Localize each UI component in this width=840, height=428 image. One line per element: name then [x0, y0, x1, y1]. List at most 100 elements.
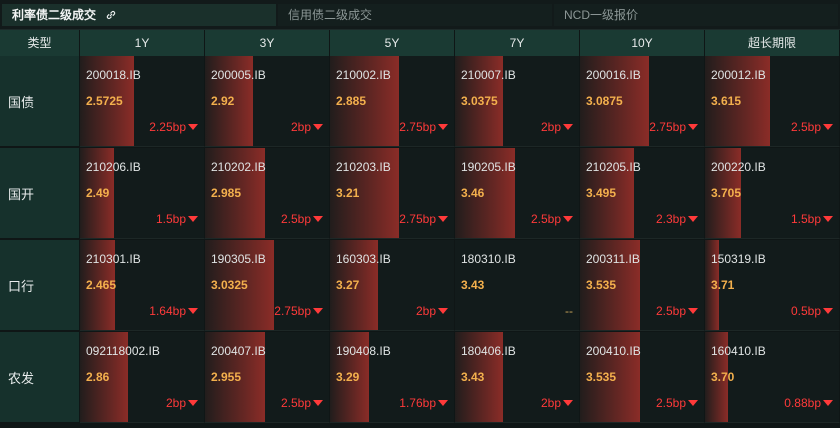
yield-change-value: 2.5bp — [280, 212, 311, 226]
row-type-label: 国开 — [0, 148, 80, 239]
bond-quote-cell[interactable]: 200016.IB 3.0875 2.75bp — [580, 56, 705, 147]
yield-change-value: 1.5bp — [155, 212, 186, 226]
tab-label: NCD一级报价 — [564, 8, 638, 22]
yield-change-value: 2.5bp — [530, 212, 561, 226]
bond-quote-cell[interactable]: 210002.IB 2.885 2.75bp — [330, 56, 455, 147]
tab-ncd-primary-quote[interactable]: NCD一级报价 — [554, 4, 838, 26]
bond-code[interactable]: 200407.IB — [211, 344, 266, 358]
bond-yield: 3.535 — [586, 370, 617, 384]
bond-code[interactable]: 200016.IB — [586, 68, 641, 82]
bond-yield: 2.49 — [86, 186, 110, 200]
yield-change: 0.5bp — [791, 304, 833, 318]
yield-change: 2bp — [291, 120, 323, 134]
yield-change-value: 2.75bp — [274, 304, 311, 318]
bond-code[interactable]: 210301.IB — [86, 252, 141, 266]
down-arrow-icon — [438, 308, 448, 314]
bond-code[interactable]: 210002.IB — [336, 68, 391, 82]
bond-code[interactable]: 200018.IB — [86, 68, 141, 82]
bond-quote-cell[interactable]: 200220.IB 3.705 1.5bp — [705, 148, 840, 239]
bond-code[interactable]: 160410.IB — [711, 344, 766, 358]
bond-code[interactable]: 200410.IB — [586, 344, 641, 358]
bond-code[interactable]: 150319.IB — [711, 252, 766, 266]
bond-code[interactable]: 190408.IB — [336, 344, 391, 358]
bond-quote-cell[interactable]: 210007.IB 3.0375 2bp — [455, 56, 580, 147]
bond-yield: 3.46 — [461, 186, 485, 200]
bond-quote-cell[interactable]: 210301.IB 2.465 1.64bp — [80, 240, 205, 331]
bond-code[interactable]: 210205.IB — [586, 160, 641, 174]
bond-quote-cell[interactable]: 160303.IB 3.27 2bp — [330, 240, 455, 331]
row-type-label: 口行 — [0, 240, 80, 331]
yield-change: 2.5bp — [791, 120, 833, 134]
tenor-column-header: 10Y — [580, 30, 705, 56]
bond-quote-cell[interactable]: 210203.IB 3.21 2.75bp — [330, 148, 455, 239]
bond-yield: 2.86 — [86, 370, 110, 384]
yield-change-value: -- — [565, 304, 573, 318]
bond-quote-cell[interactable]: 092118002.IB 2.86 2bp — [80, 332, 205, 423]
bond-quote-cell[interactable]: 190205.IB 3.46 2.5bp — [455, 148, 580, 239]
bond-quote-cell[interactable]: 210205.IB 3.495 2.3bp — [580, 148, 705, 239]
yield-change: 2.5bp — [531, 212, 573, 226]
bond-code[interactable]: 210007.IB — [461, 68, 516, 82]
tab-credit-bond-secondary[interactable]: 信用债二级成交 — [278, 4, 552, 26]
bond-yield: 2.5725 — [86, 94, 123, 108]
bond-quote-cell[interactable]: 190408.IB 3.29 1.76bp — [330, 332, 455, 423]
bond-code[interactable]: 200311.IB — [586, 252, 640, 266]
bond-yield: 2.955 — [211, 370, 242, 384]
bond-code[interactable]: 160303.IB — [336, 252, 391, 266]
bond-code[interactable]: 190305.IB — [211, 252, 266, 266]
link-icon[interactable] — [105, 9, 117, 21]
bond-code[interactable]: 190205.IB — [461, 160, 516, 174]
bond-code[interactable]: 180406.IB — [461, 344, 516, 358]
bond-quote-cell[interactable]: 200311.IB 3.535 2.5bp — [580, 240, 705, 331]
bond-code[interactable]: 200005.IB — [211, 68, 266, 82]
yield-change: -- — [565, 304, 573, 318]
bond-quote-cell[interactable]: 200407.IB 2.955 2.5bp — [205, 332, 330, 423]
yield-change: 2bp — [416, 304, 448, 318]
bond-quote-cell[interactable]: 190305.IB 3.0325 2.75bp — [205, 240, 330, 331]
tab-rate-bond-secondary[interactable]: 利率债二级成交 — [2, 4, 276, 26]
bond-yield: 3.43 — [461, 370, 485, 384]
yield-change-value: 2.5bp — [790, 120, 821, 134]
bond-code[interactable]: 092118002.IB — [86, 344, 160, 358]
bond-quote-cell[interactable]: 210202.IB 2.985 2.5bp — [205, 148, 330, 239]
down-arrow-icon — [823, 308, 833, 314]
down-arrow-icon — [563, 216, 573, 222]
bond-code[interactable]: 210202.IB — [211, 160, 266, 174]
yield-change: 2bp — [541, 396, 573, 410]
bond-code[interactable]: 180310.IB — [461, 252, 516, 266]
yield-change-value: 2.5bp — [655, 304, 686, 318]
yield-change: 2.5bp — [281, 212, 323, 226]
down-arrow-icon — [563, 400, 573, 406]
bond-code[interactable]: 210206.IB — [86, 160, 141, 174]
yield-change-value: 0.5bp — [790, 304, 821, 318]
tab-label: 利率债二级成交 — [12, 8, 97, 22]
bond-quote-cell[interactable]: 200410.IB 3.535 2.5bp — [580, 332, 705, 423]
bond-quote-cell[interactable]: 180310.IB 3.43 -- — [455, 240, 580, 331]
bond-quote-cell[interactable]: 160410.IB 3.70 0.88bp — [705, 332, 840, 423]
yield-change: 2.25bp — [149, 120, 198, 134]
yield-change: 2.75bp — [399, 120, 448, 134]
yield-change-value: 1.76bp — [399, 396, 436, 410]
bond-quote-cell[interactable]: 200012.IB 3.615 2.5bp — [705, 56, 840, 147]
bond-code[interactable]: 200220.IB — [711, 160, 766, 174]
down-arrow-icon — [188, 124, 198, 130]
tenor-column-header: 7Y — [455, 30, 580, 56]
bond-quote-cell[interactable]: 200018.IB 2.5725 2.25bp — [80, 56, 205, 147]
bond-code[interactable]: 200012.IB — [711, 68, 766, 82]
yield-change: 2.75bp — [399, 212, 448, 226]
down-arrow-icon — [188, 216, 198, 222]
bond-quote-cell[interactable]: 210206.IB 2.49 1.5bp — [80, 148, 205, 239]
bond-quote-cell[interactable]: 180406.IB 3.43 2bp — [455, 332, 580, 423]
down-arrow-icon — [823, 400, 833, 406]
bond-code[interactable]: 210203.IB — [336, 160, 391, 174]
down-arrow-icon — [188, 308, 198, 314]
yield-change-value: 2.75bp — [649, 120, 686, 134]
bond-yield: 2.885 — [336, 94, 367, 108]
bond-quote-cell[interactable]: 200005.IB 2.92 2bp — [205, 56, 330, 147]
bond-quote-cell[interactable]: 150319.IB 3.71 0.5bp — [705, 240, 840, 331]
bond-yield: 3.70 — [711, 370, 735, 384]
down-arrow-icon — [823, 124, 833, 130]
down-arrow-icon — [438, 216, 448, 222]
down-arrow-icon — [438, 124, 448, 130]
yield-change: 2.75bp — [649, 120, 698, 134]
